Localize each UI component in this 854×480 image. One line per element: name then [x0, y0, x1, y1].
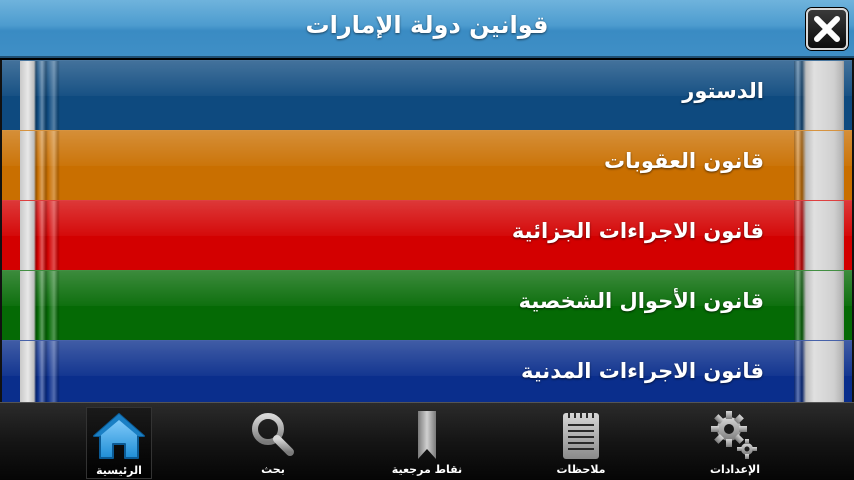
- tab-label: بحث: [261, 463, 285, 476]
- book-spine-left: [20, 61, 60, 130]
- book-label: قانون الاجراءات المدنية: [521, 359, 764, 383]
- tab-search[interactable]: بحث: [240, 407, 306, 479]
- close-icon: [814, 16, 840, 42]
- page-title: قوانين دولة الإمارات: [305, 11, 549, 39]
- book-spine-left: [20, 341, 60, 402]
- book-spine-right: [794, 131, 844, 200]
- book-spine-right: [794, 201, 844, 270]
- home-icon: [93, 413, 145, 459]
- search-icon: [252, 413, 294, 456]
- book-label: قانون الأحوال الشخصية: [518, 289, 764, 313]
- notes-icon: [563, 412, 599, 459]
- book-spine-left: [20, 201, 60, 270]
- tab-notes[interactable]: ملاحظات: [548, 407, 614, 479]
- header-bar: قوانين دولة الإمارات: [0, 0, 854, 58]
- book-spine-right: [794, 271, 844, 340]
- tab-bookmarks[interactable]: نقاط مرجعية: [392, 407, 462, 479]
- book-row-criminal-procedure[interactable]: قانون الاجراءات الجزائية: [2, 200, 852, 270]
- close-button[interactable]: [806, 8, 848, 50]
- book-label: الدستور: [682, 79, 764, 103]
- bookmark-icon: [418, 411, 436, 459]
- tab-label: نقاط مرجعية: [391, 463, 463, 476]
- tab-label: الرئيسية: [96, 464, 142, 477]
- book-spine-left: [20, 131, 60, 200]
- book-row-penal-code[interactable]: قانون العقوبات: [2, 130, 852, 200]
- bottom-tab-bar: الرئيسية بحث نقاط مرجعية ملاحظات الإعداد…: [0, 402, 854, 480]
- book-row-constitution[interactable]: الدستور: [2, 60, 852, 130]
- book-list: الدستور قانون العقوبات قانون الاجراءات ا…: [0, 60, 854, 402]
- tab-label: ملاحظات: [556, 463, 606, 476]
- book-spine-left: [20, 271, 60, 340]
- book-row-personal-status[interactable]: قانون الأحوال الشخصية: [2, 270, 852, 340]
- book-spine-right: [794, 61, 844, 130]
- book-row-civil-procedure[interactable]: قانون الاجراءات المدنية: [2, 340, 852, 402]
- book-label: قانون الاجراءات الجزائية: [511, 219, 764, 243]
- book-label: قانون العقوبات: [603, 149, 764, 173]
- settings-icon: [711, 411, 757, 459]
- tab-settings[interactable]: الإعدادات: [702, 407, 768, 479]
- tab-label: الإعدادات: [709, 463, 761, 476]
- tab-home[interactable]: الرئيسية: [86, 407, 152, 479]
- book-spine-right: [794, 341, 844, 402]
